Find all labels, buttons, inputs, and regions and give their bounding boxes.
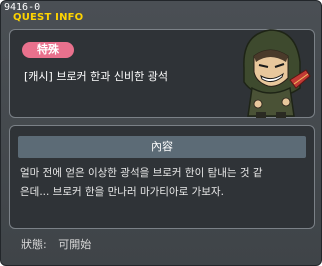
content-header: 內容 [18, 136, 306, 158]
quest-status: 狀態: 可開始 [21, 238, 91, 252]
category-badge: 特殊 [22, 42, 74, 58]
hooded-broker-npc-icon [243, 29, 311, 118]
quest-content-panel: 內容 얼마 전에 얻은 이상한 광석을 브로커 한이 탐내는 것 같 은데...… [9, 125, 315, 229]
description-line: 은데... 브로커 한을 만나러 마가티아로 가보자. [20, 186, 224, 198]
quest-description: 얼마 전에 얻은 이상한 광석을 브로커 한이 탐내는 것 같 은데... 브로… [20, 164, 306, 202]
quest-info-window: 9416-0 QUEST INFO 特殊 [캐시] 브로커 한과 신비한 광석 [0, 0, 322, 266]
quest-summary-panel: 特殊 [캐시] 브로커 한과 신비한 광석 [9, 29, 315, 118]
status-label: 狀態: [21, 238, 47, 251]
description-line: 얼마 전에 얻은 이상한 광석을 브로커 한이 탐내는 것 같 [20, 167, 263, 179]
status-value: 可開始 [58, 238, 92, 251]
quest-name: [캐시] 브로커 한과 신비한 광석 [24, 70, 169, 83]
window-title: QUEST INFO [13, 12, 84, 23]
